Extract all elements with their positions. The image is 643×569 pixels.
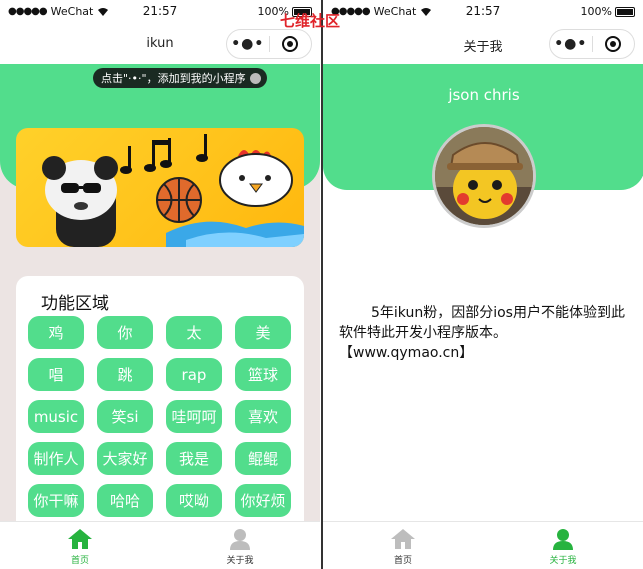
about-link[interactable]: 【www.qymao.cn】 [339, 345, 473, 361]
tab-bar: 首页 关于我 [323, 521, 643, 569]
function-button[interactable]: 制作人 [28, 442, 84, 475]
tab-about[interactable]: 关于我 [160, 522, 320, 569]
function-button[interactable]: 鸡 [28, 316, 84, 349]
avatar [432, 124, 536, 228]
function-button[interactable]: 唱 [28, 358, 84, 391]
function-button[interactable]: 哇呵呵 [166, 400, 222, 433]
tab-home[interactable]: 首页 [323, 522, 483, 569]
function-button[interactable]: 跳 [97, 358, 153, 391]
capsule-menu: •●• [226, 29, 312, 59]
about-description: 5年ikun粉，因部分ios用户不能体验到此软件特此开发小程序版本。 [339, 305, 625, 341]
home-icon [68, 529, 92, 549]
close-miniprogram-button[interactable] [269, 36, 311, 52]
function-button[interactable]: 你干嘛 [28, 484, 84, 517]
function-button[interactable]: 喜欢 [235, 400, 291, 433]
target-icon [605, 36, 622, 52]
battery-icon [615, 6, 635, 17]
function-button[interactable]: 美 [235, 316, 291, 349]
home-icon [391, 529, 415, 549]
more-button[interactable]: •●• [227, 36, 269, 52]
close-miniprogram-button[interactable] [592, 36, 634, 52]
status-bar: ●●●●● WeChat 21:57 100% [0, 0, 320, 24]
tab-home-label: 首页 [70, 556, 89, 566]
basketball-icon [156, 177, 202, 223]
profile-name: json chris [448, 86, 520, 104]
tip-text: 点击"·•·"，添加到我的小程序 [101, 72, 246, 85]
left-phone-screen: ●●●●● WeChat 21:57 100% ikun •●• 点击"·•·"… [0, 0, 320, 569]
tab-about-label: 关于我 [226, 556, 254, 566]
status-bar: ●●●●● WeChat 21:57 100% [323, 0, 643, 24]
banner-illustration [42, 134, 304, 247]
function-button[interactable]: 你 [97, 316, 153, 349]
add-miniprogram-tip[interactable]: 点击"·•·"，添加到我的小程序 [93, 68, 267, 88]
panda-icon [42, 156, 118, 247]
function-button[interactable]: 你好烦 [235, 484, 291, 517]
user-icon [553, 529, 573, 550]
function-button[interactable]: 笑si [97, 400, 153, 433]
function-button[interactable]: 哎呦 [166, 484, 222, 517]
tab-about-label: 关于我 [549, 556, 577, 566]
tab-home-label: 首页 [393, 556, 412, 566]
battery: 100% [581, 5, 635, 18]
user-icon [230, 529, 250, 550]
function-button[interactable]: 鲲鲲 [235, 442, 291, 475]
nav-bar: 关于我 •●• [323, 24, 643, 64]
right-phone-screen: ●●●●● WeChat 21:57 100% 关于我 •●• json chr… [321, 0, 643, 569]
target-icon [282, 36, 299, 52]
function-button[interactable]: rap [166, 358, 222, 391]
pikachu-avatar-image [435, 127, 533, 225]
watermark-text: 七维社区 [280, 12, 341, 30]
function-button[interactable]: 哈哈 [97, 484, 153, 517]
more-button[interactable]: •●• [550, 36, 592, 52]
about-text: 5年ikun粉，因部分ios用户不能体验到此软件特此开发小程序版本。 【www.… [339, 303, 635, 363]
tab-home[interactable]: 首页 [0, 522, 160, 569]
nav-bar: ikun •●• [0, 24, 320, 64]
tip-close-icon[interactable] [249, 72, 261, 84]
function-button-grid: 鸡 你 太 美 唱 跳 rap 篮球 music 笑si 哇呵呵 喜欢 制作人 … [28, 316, 294, 517]
function-button[interactable]: 太 [166, 316, 222, 349]
banner-image [16, 128, 304, 247]
tab-bar: 首页 关于我 [0, 521, 320, 569]
function-button[interactable]: 篮球 [235, 358, 291, 391]
chicken-icon [219, 150, 293, 207]
function-area-title: 功能区域 [41, 294, 109, 314]
function-button[interactable]: 大家好 [97, 442, 153, 475]
music-note-icon [120, 134, 208, 174]
tab-about[interactable]: 关于我 [483, 522, 643, 569]
function-area-card: 功能区域 鸡 你 太 美 唱 跳 rap 篮球 music 笑si 哇呵呵 喜欢… [16, 276, 304, 536]
function-button[interactable]: music [28, 400, 84, 433]
battery-percent: 100% [580, 5, 612, 18]
capsule-menu: •●• [549, 29, 635, 59]
function-button[interactable]: 我是 [166, 442, 222, 475]
